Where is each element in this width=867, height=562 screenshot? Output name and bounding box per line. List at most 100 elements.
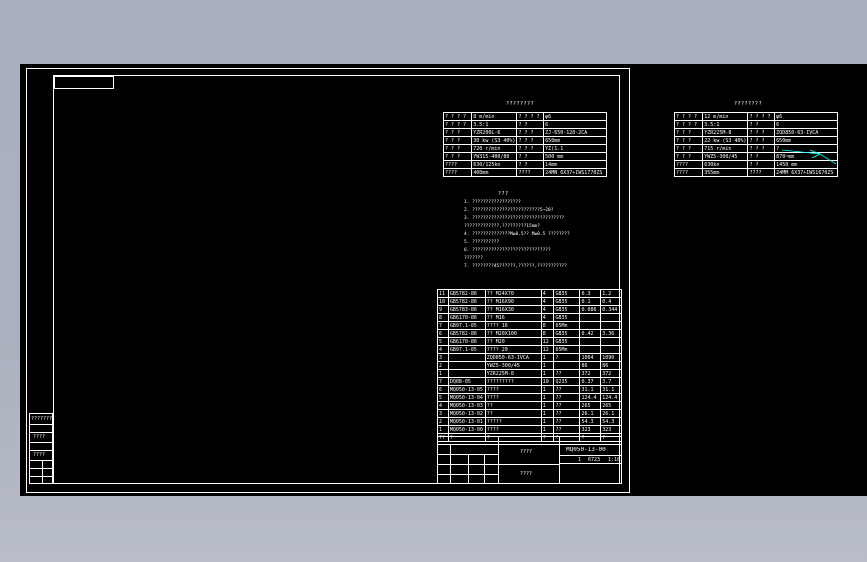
table-cell: GB35 [553, 329, 581, 338]
table-cell: YWZ5-300/45 [484, 361, 542, 370]
table-cell: ?? [553, 409, 581, 418]
table-row: ? ? ? YW315-400/80? ? 500 mm [442, 152, 607, 161]
table-cell: ?? [553, 401, 581, 410]
table-cell: 31.1 [600, 385, 622, 394]
table-cell: 3 [437, 409, 449, 418]
table-row: 4 GB97.1-85???? 20 12 65Mn [437, 345, 622, 354]
table-cell: GB5782-86 [447, 289, 486, 298]
table-cell: 2 [437, 417, 449, 426]
table-cell: 8 [540, 321, 555, 330]
table-cell: 8 m/min [471, 112, 518, 121]
note-line: ??????? [464, 256, 483, 261]
table-cell: 1.2 [600, 289, 622, 298]
table-cell: YWZ5-300/45 [702, 152, 749, 161]
table-cell: ? ? ? ? [442, 112, 473, 121]
table-cell: 1 [540, 425, 555, 434]
table-cell: MQ050-13-02 [447, 409, 486, 418]
table-cell: YZR225M-8 [702, 128, 749, 137]
table-cell: ?? M20X100 [484, 329, 542, 338]
table-cell: ? ? [516, 160, 545, 169]
table-cell: 1 [437, 369, 449, 378]
table-cell [579, 337, 602, 346]
table-cell: 720 r/min [471, 144, 518, 153]
table-cell: 1 [540, 393, 555, 402]
table-cell: 6 [437, 385, 449, 394]
drawing-name: ???? [520, 449, 533, 455]
table-cell: ?? [553, 425, 581, 434]
table-cell: 1 [540, 417, 555, 426]
table-cell: 0.42 [579, 329, 602, 338]
table-cell: 630/125kn [471, 160, 518, 169]
table-cell: ? ? ? ? [442, 120, 473, 129]
table-cell: GB35 [553, 289, 581, 298]
table-cell: 86 [579, 361, 602, 370]
table-cell: 372 [600, 369, 622, 378]
table-cell: 65Mn [553, 321, 581, 330]
table-cell: MQ050-13-01 [447, 417, 486, 426]
table-cell: ? ? ? [516, 136, 545, 145]
left-strip: ??????? ???? ???? [29, 413, 53, 484]
table-cell: ?? [553, 385, 581, 394]
table-cell: 0.4 [600, 297, 622, 306]
table-cell: MQ050-13-05 [447, 385, 486, 394]
table-cell: 4 [540, 305, 555, 314]
table-cell [600, 321, 622, 330]
table-row: ? ? ? 30 kw (S3 40%)? ? ? 650mm [442, 136, 607, 145]
table-row: 9 GB5783-86?? M16X30 4 GB35 0.086 0.344 [437, 305, 622, 314]
table-cell: 265 [600, 401, 622, 410]
table-cell [579, 313, 602, 322]
table-cell: ? ? ? ? [673, 120, 704, 129]
table-cell: ? ? ? [442, 128, 473, 137]
table-cell [600, 313, 622, 322]
table-row: 3 MQ050-13-02?? 1?? 26.1 26.1 [437, 409, 622, 418]
table-cell: 4 [540, 313, 555, 322]
table-cell: 650mm [543, 136, 607, 145]
table-cell: 31.1 [579, 385, 602, 394]
table-cell: φ6 [774, 112, 838, 121]
table-cell: ???? [484, 393, 542, 402]
table-cell: ?? M20 [484, 337, 542, 346]
table-cell: ? ? [516, 152, 545, 161]
sheet-number: 1 [578, 457, 582, 463]
table-row: ???? 355mm???? 24MM 6X37+IWS1670ZS [673, 168, 838, 177]
table-cell: 26.1 [579, 409, 602, 418]
table-cell: ? ? ? [442, 152, 473, 161]
table-cell [447, 361, 486, 370]
table-cell: GB35 [553, 337, 581, 346]
table-row: 5 GB6170-86?? M20 12 GB35 [437, 337, 622, 346]
table-cell: 7 [437, 321, 449, 330]
table-cell: 124.4 [600, 393, 622, 402]
table-cell [600, 345, 622, 354]
table-cell: ???? [442, 160, 473, 169]
table-cell: 1 [540, 409, 555, 418]
table-cell: ? ? ? [747, 128, 776, 137]
table-cell [600, 337, 622, 346]
table-cell: 3.7 [600, 377, 622, 386]
table-cell: ? ? ? [747, 144, 776, 153]
note-line: 6. ????????????????????????????? [464, 248, 551, 253]
table-cell: 0.1 [579, 297, 602, 306]
table-row: 7 DQ08-05????????? 10 Q235 0.37 3.7 [437, 377, 622, 386]
table-cell: 3.5:1 [471, 120, 518, 129]
table-cell: MQ050-13-03 [447, 401, 486, 410]
table-cell: 0.086 [579, 305, 602, 314]
table-cell: ? ? ? ? [747, 112, 776, 121]
table-cell: 3.36 [600, 329, 622, 338]
table-row: ? ? ? YZR200L-6? ? ? ZJ-650-120-2CA [442, 128, 607, 137]
table-cell: 4 [540, 297, 555, 306]
table-row: 7 GB97.1-85???? 16 8 65Mn [437, 321, 622, 330]
table-row: 1 MQ050-13-00???? 1?? 323 323 [437, 425, 622, 434]
table-cell [553, 361, 581, 370]
table-cell: ? ? [516, 120, 545, 129]
table-cell: 30 kw (S3 40%) [471, 136, 518, 145]
table-cell: 8 [540, 329, 555, 338]
table-cell: 650mm [774, 136, 838, 145]
table-cell [579, 345, 602, 354]
table-cell: ? ? [747, 120, 776, 129]
weight: 6723 [588, 457, 601, 463]
table-cell: ????? [484, 417, 542, 426]
table-cell: 1 [540, 361, 555, 370]
table-cell: GB97.1-85 [447, 345, 486, 354]
table-cell: 11 [437, 289, 449, 298]
note-line: 1. ?????????????????? [464, 200, 521, 205]
